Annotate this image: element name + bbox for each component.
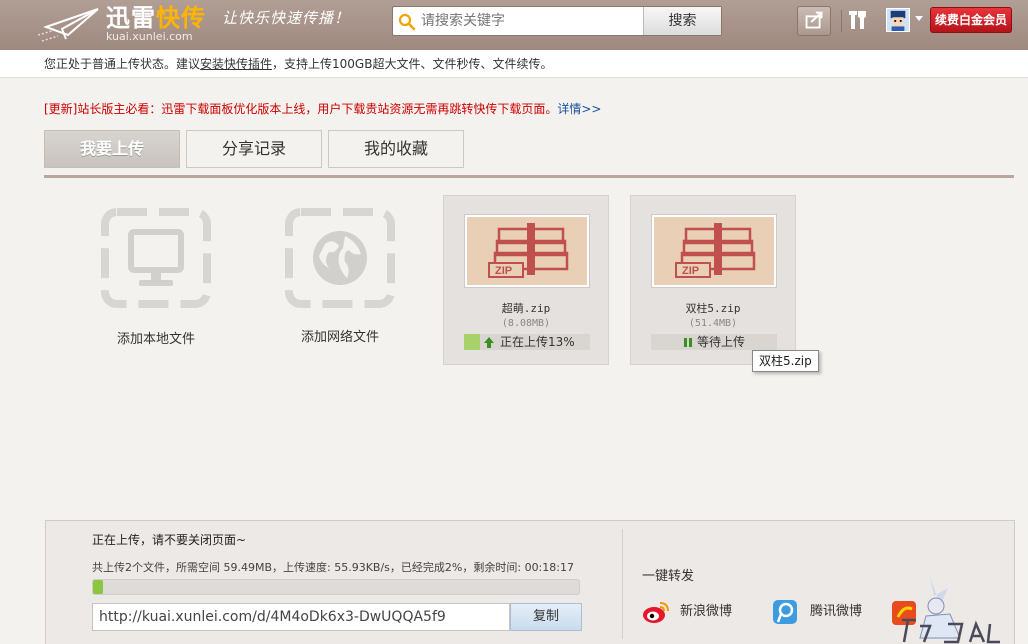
sina-weibo-icon [643,602,669,623]
file-name-tooltip: 双柱5.zip [752,350,819,372]
file-name: 超萌.zip [501,302,551,315]
add-local-file-label[interactable]: 添加本地文件 [86,328,226,347]
add-network-file-label[interactable]: 添加网络文件 [270,326,410,345]
overall-progress-bar [92,579,580,595]
svg-text:ZIP: ZIP [682,265,699,277]
overall-progress-fill [93,580,103,594]
upload-progress-fill [464,334,480,350]
user-avatar[interactable] [886,8,910,32]
upload-arrow-icon [484,337,494,348]
uploading-warning: 正在上传，请不要关闭页面~ [92,533,247,547]
upload-summary-panel: 正在上传，请不要关闭页面~ 共上传2个文件，所需空间 59.49MB，上传速度:… [45,520,1015,644]
share-out-icon [805,11,823,29]
tools-icon[interactable] [848,9,868,31]
upload-stats: 共上传2个文件，所需空间 59.49MB，上传速度: 55.93KB/s，已经完… [92,561,574,574]
file-size: (8.08MB) [501,318,551,329]
monitor-icon [128,229,184,286]
upload-status: 等待上传 [651,334,777,350]
renew-vip-button[interactable]: 续费白金会员 [930,7,1012,33]
top-header: 迅雷快传 kuai.xunlei.com 让快乐快速传播！ 搜索 续费白金 [0,0,1028,50]
tab-share-history[interactable]: 分享记录 [186,130,322,168]
file-card[interactable]: ZIP 超萌.zip (8.08MB) 正在上传13% [443,195,609,365]
zip-archive-icon: ZIP [675,223,756,278]
add-local-file-button[interactable] [101,208,211,308]
file-thumbnail: ZIP [651,214,777,288]
share-title: 一键转发 [642,569,695,584]
announcement-more-link[interactable]: 详情>> [557,102,601,116]
pause-icon [684,338,692,347]
avatar-dropdown-icon[interactable] [915,16,923,21]
announcement: [更新]站长版主必看：迅雷下载面板优化版本上线，用户下载贵站资源无需再跳转快传下… [44,102,602,116]
install-plugin-link[interactable]: 安装快传插件 [200,57,272,71]
panel-divider [622,529,623,639]
file-thumbnail: ZIP [464,214,590,288]
paper-plane-logo-icon [38,8,99,42]
search-button[interactable]: 搜索 [643,7,721,35]
slogan: 让快乐快速传播！ [222,9,351,27]
share-button[interactable] [797,6,831,36]
corner-watermark-logo [902,576,1000,644]
copy-button[interactable]: 复制 [510,603,582,631]
file-name: 双柱5.zip [685,302,741,315]
zip-archive-icon: ZIP [488,223,569,278]
tab-favorites[interactable]: 我的收藏 [328,130,464,168]
file-size: (51.4MB) [688,318,738,329]
search-icon [398,13,416,31]
upload-status: 正在上传13% [464,334,590,350]
globe-icon [313,231,367,285]
add-network-file-button[interactable] [285,208,395,308]
avatar-face-icon [890,10,906,31]
logo-domain: kuai.xunlei.com [106,30,193,43]
search-input[interactable] [421,9,641,33]
search-box: 搜索 [392,6,722,36]
upload-mode-notice: 您正处于普通上传状态。建议安装快传插件，支持上传100GB超大文件、文件秒传、文… [0,50,1028,78]
logo-text[interactable]: 迅雷快传 [106,3,206,33]
tab-upload[interactable]: 我要上传 [44,130,180,168]
header-divider [841,10,842,32]
file-card[interactable]: ZIP 双柱5.zip (51.4MB) 等待上传 [630,195,796,365]
svg-text:ZIP: ZIP [495,265,512,277]
share-url-field[interactable]: http://kuai.xunlei.com/d/4M4oDk6x3-DwUQQ… [92,603,510,631]
tencent-weibo-icon [773,600,797,624]
tab-underline [44,175,1014,178]
